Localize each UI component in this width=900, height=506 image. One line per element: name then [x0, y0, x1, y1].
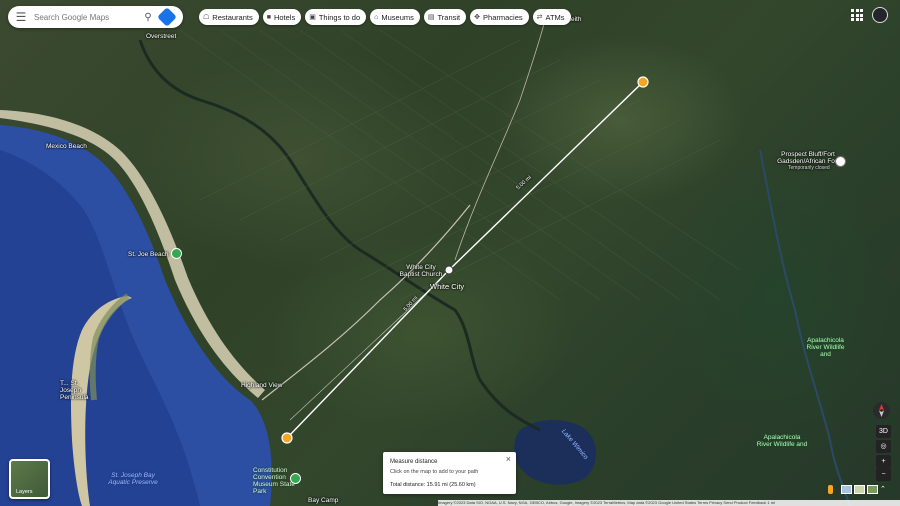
close-icon[interactable]: × — [506, 454, 511, 464]
measure-point-mid — [444, 265, 454, 275]
label-prospect-status: Temporarily closed — [788, 165, 830, 171]
label-white-city-church: White City Baptist Church — [399, 264, 443, 278]
search-icon[interactable]: ⚲ — [138, 12, 158, 23]
transit-icon: ▤ — [427, 14, 435, 21]
expand-icon[interactable]: ⌃ — [880, 485, 886, 493]
measure-total-distance: Total distance: 15.91 mi (25.60 km) — [390, 482, 476, 488]
account-avatar[interactable] — [872, 7, 888, 23]
chip-label: Restaurants — [212, 12, 253, 22]
pegman-icon[interactable] — [828, 485, 833, 494]
hamburger-menu-icon[interactable]: ☰ — [8, 10, 34, 24]
label-mexico-beach: Mexico Beach — [46, 143, 87, 150]
pharmacy-icon: ✥ — [474, 14, 481, 21]
chip-restaurants[interactable]: ☖ Restaurants — [199, 9, 259, 25]
measure-title: Measure distance — [390, 459, 438, 465]
label-highland-view: Highland View — [241, 382, 283, 389]
chip-label: Museums — [381, 12, 414, 22]
label-overstreet: Overstreet — [146, 33, 177, 40]
chip-things-to-do[interactable]: ▣ Things to do — [305, 9, 367, 25]
label-st-joe-beach: St. Joe Beach — [128, 251, 169, 258]
chip-transit[interactable]: ▤ Transit — [423, 9, 467, 25]
compass-icon[interactable] — [873, 402, 890, 419]
label-prospect-bluff: Prospect Bluff/Fort Gadsden/African Fort — [777, 151, 839, 165]
measure-point-start — [281, 432, 293, 444]
chip-hotels[interactable]: ■ Hotels — [262, 9, 302, 25]
label-st-joseph-bay: St. Joseph Bay Aquatic Preserve — [108, 472, 158, 486]
directions-icon[interactable] — [157, 7, 177, 27]
category-chips: ☖ Restaurants ■ Hotels ▣ Things to do ⌂ Muse… — [199, 9, 571, 25]
terrain-thumbnail[interactable] — [854, 485, 865, 494]
3d-toggle-button[interactable]: 3D — [876, 425, 891, 438]
label-apalachicola-wildlife-2: Apalachicola River Wildlife and — [756, 434, 808, 448]
measure-distance-panel: Measure distance × Click on the map to a… — [383, 452, 516, 494]
museum-marker[interactable] — [835, 156, 846, 167]
search-input[interactable] — [34, 12, 138, 22]
hotel-icon: ■ — [266, 13, 271, 21]
chip-label: Transit — [437, 12, 461, 22]
layers-label: Layers — [16, 489, 33, 495]
zoom-in-button[interactable]: + — [876, 455, 891, 468]
measure-subtitle: Click on the map to add to your path — [390, 469, 479, 475]
chip-label: Pharmacies — [483, 12, 523, 22]
my-location-icon[interactable]: ◎ — [876, 440, 891, 453]
chip-label: Hotels — [273, 12, 296, 22]
measure-point-end — [637, 76, 649, 88]
place-marker[interactable] — [171, 248, 182, 259]
park-marker[interactable] — [290, 473, 301, 484]
apps-grid-icon[interactable] — [851, 9, 863, 21]
chip-atms[interactable]: ⇄ ATMs — [532, 9, 571, 25]
atm-icon: ⇄ — [536, 14, 543, 21]
satellite-thumbnail[interactable] — [867, 485, 878, 494]
label-peninsula: T... St. Joseph Peninsula — [60, 380, 89, 401]
measure-line-1 — [286, 269, 450, 439]
restaurant-icon: ☖ — [203, 14, 210, 21]
highway — [261, 204, 471, 401]
chip-museums[interactable]: ⌂ Museums — [370, 9, 420, 25]
search-box[interactable]: ☰ ⚲ — [8, 6, 183, 28]
label-apalachicola-wildlife: Apalachicola River Wildlife and — [806, 337, 845, 358]
chip-label: ATMs — [545, 12, 565, 22]
measure-line-2 — [448, 81, 644, 271]
layers-button[interactable]: Layers — [9, 459, 50, 499]
label-white-city: White City — [430, 282, 465, 291]
label-bay-camp: Bay Camp — [308, 497, 339, 504]
chip-pharmacies[interactable]: ✥ Pharmacies — [470, 9, 529, 25]
camera-icon: ▣ — [309, 14, 316, 21]
imagery-thumbnails[interactable] — [841, 485, 878, 494]
apalachicola-river — [759, 149, 851, 506]
chip-label: Things to do — [318, 12, 361, 22]
attribution-bar: Imagery ©2023 Data SIO, NOAA, U.S. Navy,… — [438, 500, 900, 506]
museum-icon: ⌂ — [374, 13, 379, 21]
map-thumbnail[interactable] — [841, 485, 852, 494]
zoom-out-button[interactable]: − — [876, 468, 891, 481]
